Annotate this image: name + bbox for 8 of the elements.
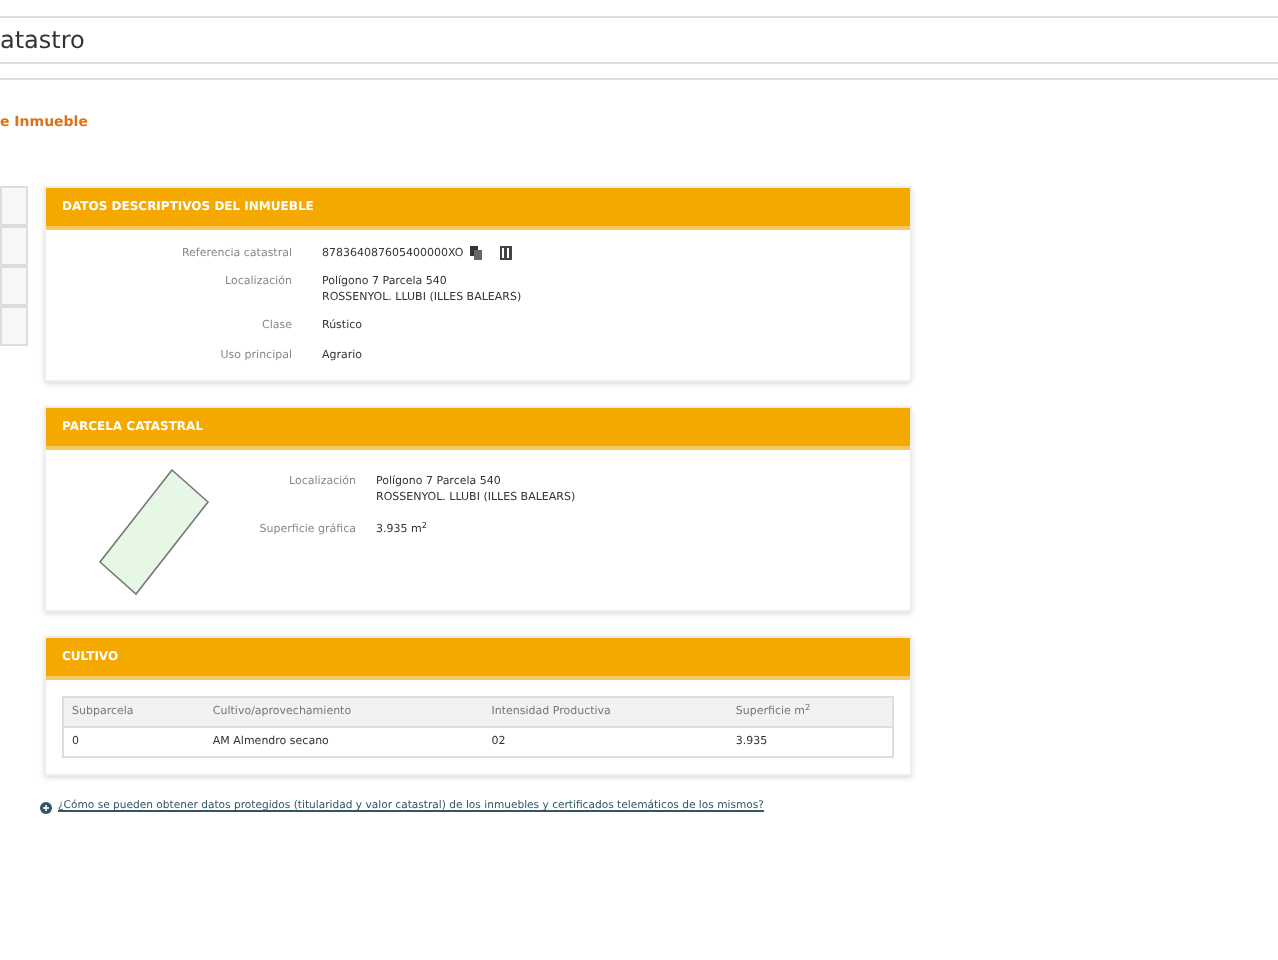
barcode-icon[interactable] xyxy=(499,245,512,259)
plus-circle-icon xyxy=(40,802,52,815)
copy-icon[interactable] xyxy=(469,245,482,259)
sidebar-tab[interactable] xyxy=(0,225,28,265)
sidebar-tab[interactable] xyxy=(0,185,28,225)
sidebar-tab[interactable] xyxy=(0,305,28,345)
site-title: atastro xyxy=(0,24,85,58)
sidebar-tab[interactable] xyxy=(0,265,28,305)
